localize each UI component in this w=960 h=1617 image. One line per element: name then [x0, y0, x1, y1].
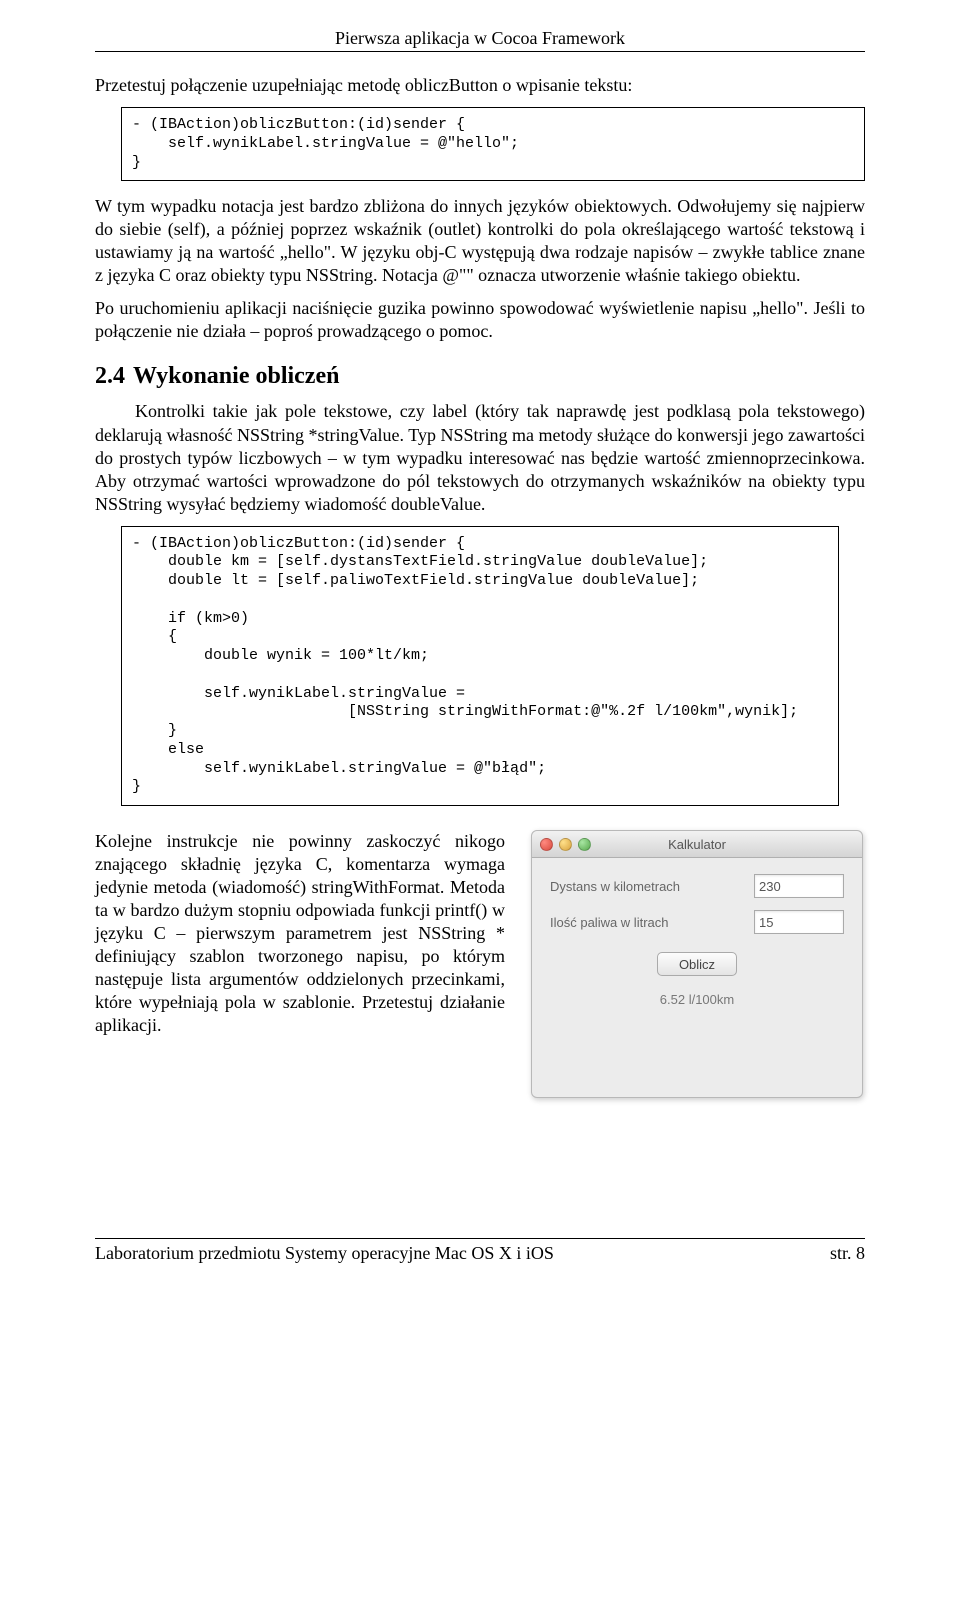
calculate-button[interactable]: Oblicz	[657, 952, 737, 976]
paragraph-1: W tym wypadku notacja jest bardzo zbliżo…	[95, 195, 865, 287]
page-header: Pierwsza aplikacja w Cocoa Framework	[95, 28, 865, 49]
header-divider	[95, 51, 865, 52]
code-block-1: - (IBAction)obliczButton:(id)sender { se…	[121, 107, 865, 181]
section-number: 2.4	[95, 363, 125, 389]
distance-input[interactable]	[754, 874, 844, 898]
footer-left: Laboratorium przedmiotu Systemy operacyj…	[95, 1243, 554, 1264]
code-block-2: - (IBAction)obliczButton:(id)sender { do…	[121, 526, 839, 807]
section-heading: 2.4 Wykonanie obliczeń	[95, 363, 865, 390]
app-window: Kalkulator Dystans w kilometrach Ilość p…	[531, 830, 863, 1098]
fuel-label: Ilość paliwa w litrach	[550, 915, 669, 930]
fuel-input[interactable]	[754, 910, 844, 934]
footer-right: str. 8	[830, 1243, 865, 1264]
section-title: Wykonanie obliczeń	[133, 363, 339, 389]
intro-paragraph: Przetestuj połączenie uzupełniając metod…	[95, 74, 865, 97]
result-label: 6.52 l/100km	[550, 992, 844, 1007]
titlebar[interactable]: Kalkulator	[532, 831, 862, 858]
window-title: Kalkulator	[532, 837, 862, 852]
paragraph-4: Kolejne instrukcje nie powinny zaskoczyć…	[95, 830, 505, 1098]
distance-label: Dystans w kilometrach	[550, 879, 680, 894]
paragraph-3: Kontrolki takie jak pole tekstowe, czy l…	[95, 400, 865, 515]
paragraph-2: Po uruchomieniu aplikacji naciśnięcie gu…	[95, 297, 865, 343]
